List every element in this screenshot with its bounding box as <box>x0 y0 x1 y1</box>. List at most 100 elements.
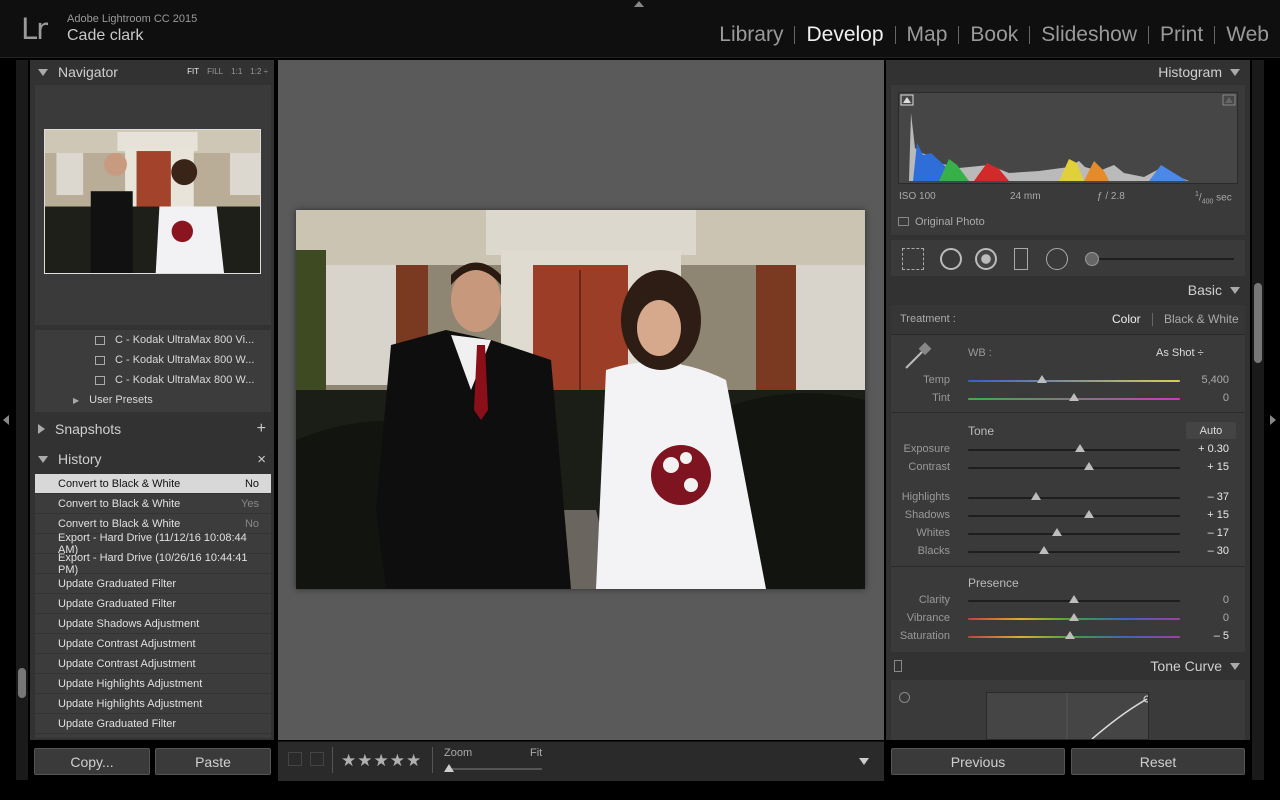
reject-flag-icon[interactable] <box>310 752 324 766</box>
slider-temp[interactable]: Temp 5,400 <box>891 372 1245 390</box>
navigator-header[interactable]: Navigator FIT FILL 1:1 1:2 ÷ <box>30 60 274 84</box>
history-item[interactable]: Export - Hard Drive (10/26/16 10:44:41 P… <box>35 552 271 576</box>
slider-contrast[interactable]: Contrast + 15 <box>891 459 1245 477</box>
slider-thumb[interactable] <box>1069 613 1079 621</box>
slider-value[interactable]: 0 <box>1223 392 1229 404</box>
red-eye-tool-icon[interactable] <box>975 248 997 270</box>
slider-track[interactable] <box>968 497 1180 499</box>
slider-value[interactable]: 0 <box>1223 594 1229 606</box>
history-item[interactable]: Update Shadows Adjustment <box>35 614 271 634</box>
slider-track[interactable] <box>968 533 1180 535</box>
slider-track[interactable] <box>968 449 1180 451</box>
left-scrollbar-thumb[interactable] <box>18 668 26 698</box>
slider-thumb[interactable] <box>1083 510 1094 518</box>
module-print[interactable]: Print <box>1149 23 1214 47</box>
previous-button[interactable]: Previous <box>891 748 1065 775</box>
tone-curve-graph[interactable] <box>986 692 1151 740</box>
slider-saturation[interactable]: Saturation – 5 <box>891 628 1245 646</box>
slider-clarity[interactable]: Clarity 0 <box>891 592 1245 610</box>
paste-button[interactable]: Paste <box>155 748 271 775</box>
slider-exposure[interactable]: Exposure + 0.30 <box>891 441 1245 459</box>
auto-tone-button[interactable]: Auto <box>1186 422 1236 439</box>
toolbar-menu-icon[interactable] <box>859 758 869 765</box>
zoom-slider-track[interactable] <box>448 768 542 770</box>
histogram-header[interactable]: Histogram <box>886 60 1250 84</box>
history-item[interactable]: Update Contrast Adjustment <box>35 654 271 674</box>
main-photo[interactable] <box>296 210 865 589</box>
history-item[interactable]: Update Contrast Adjustment <box>35 634 271 654</box>
slider-vibrance[interactable]: Vibrance 0 <box>891 610 1245 628</box>
slider-value[interactable]: – 37 <box>1208 491 1229 503</box>
history-item[interactable]: Update Graduated Filter <box>35 574 271 594</box>
slider-thumb[interactable] <box>1064 631 1075 639</box>
slider-value[interactable]: – 5 <box>1214 630 1229 642</box>
flag-icon[interactable] <box>288 752 302 766</box>
adjustment-brush-tool-icon[interactable] <box>1085 252 1099 266</box>
slider-value[interactable]: – 17 <box>1208 527 1229 539</box>
module-map[interactable]: Map <box>896 23 959 47</box>
preset-item[interactable]: C - Kodak UltraMax 800 W... <box>35 350 271 370</box>
module-library[interactable]: Library <box>708 23 794 47</box>
slider-value[interactable]: – 30 <box>1208 545 1229 557</box>
right-scrollbar-thumb[interactable] <box>1254 283 1262 363</box>
slider-thumb[interactable] <box>1037 375 1048 383</box>
slider-value[interactable]: + 0.30 <box>1198 443 1229 455</box>
preset-item[interactable]: C - Kodak UltraMax 800 Vi... <box>35 330 271 350</box>
histogram-graph[interactable] <box>898 92 1238 184</box>
slider-track[interactable] <box>968 551 1180 553</box>
history-item[interactable]: Convert to Black & White No <box>35 474 271 494</box>
module-book[interactable]: Book <box>959 23 1029 47</box>
basic-header[interactable]: Basic <box>886 278 1250 302</box>
snapshots-header[interactable]: Snapshots + <box>30 417 274 441</box>
treatment-bw-option[interactable]: Black & White <box>1164 312 1239 326</box>
panel-switch-icon[interactable] <box>894 660 902 672</box>
user-presets-folder[interactable]: ▶ User Presets <box>35 390 271 410</box>
nav-mode-fill[interactable]: FILL <box>207 67 223 76</box>
slider-thumb[interactable] <box>1030 492 1041 500</box>
history-item[interactable]: Update Highlights Adjustment <box>35 694 271 714</box>
slider-value[interactable]: 0 <box>1223 612 1229 624</box>
right-scrollbar-track[interactable] <box>1252 60 1264 780</box>
slider-value[interactable]: + 15 <box>1207 461 1229 473</box>
left-panel-toggle-icon[interactable] <box>3 415 9 425</box>
history-item[interactable]: Update Highlights Adjustment <box>35 674 271 694</box>
graduated-filter-tool-icon[interactable] <box>1014 248 1028 270</box>
preset-item[interactable]: C - Kodak UltraMax 800 W... <box>35 370 271 390</box>
slider-highlights[interactable]: Highlights – 37 <box>891 489 1245 507</box>
nav-mode-fit[interactable]: FIT <box>187 67 199 76</box>
add-snapshot-icon[interactable]: + <box>257 420 266 438</box>
slider-value[interactable]: + 15 <box>1207 509 1229 521</box>
wb-eyedropper-icon[interactable] <box>900 340 934 374</box>
brush-slider-track[interactable] <box>1088 258 1234 260</box>
slider-thumb[interactable] <box>1069 595 1079 603</box>
tone-curve-header[interactable]: Tone Curve <box>886 654 1250 678</box>
radial-filter-tool-icon[interactable] <box>1046 248 1068 270</box>
module-slideshow[interactable]: Slideshow <box>1030 23 1148 47</box>
history-item[interactable]: Update Graduated Filter <box>35 714 271 734</box>
spot-removal-tool-icon[interactable] <box>940 248 962 270</box>
wb-dropdown[interactable]: As Shot ÷ <box>1156 347 1204 359</box>
slider-shadows[interactable]: Shadows + 15 <box>891 507 1245 525</box>
slider-value[interactable]: 5,400 <box>1201 374 1229 386</box>
nav-mode-1-2[interactable]: 1:2 ÷ <box>250 67 268 76</box>
module-web[interactable]: Web <box>1215 23 1280 47</box>
original-photo-checkbox[interactable] <box>898 217 909 226</box>
treatment-color-option[interactable]: Color <box>1112 312 1141 326</box>
star-rating[interactable]: ★★★★★ <box>341 751 422 771</box>
history-item[interactable]: Update Graduated Filter <box>35 594 271 614</box>
navigator-thumbnail[interactable] <box>44 129 261 274</box>
slider-thumb[interactable] <box>1083 462 1094 470</box>
slider-thumb[interactable] <box>1052 528 1063 536</box>
slider-tint[interactable]: Tint 0 <box>891 390 1245 408</box>
slider-thumb[interactable] <box>1039 546 1050 554</box>
top-panel-toggle-icon[interactable] <box>634 1 644 7</box>
right-panel-toggle-icon[interactable] <box>1270 415 1276 425</box>
clear-history-icon[interactable]: × <box>257 451 266 468</box>
targeted-adjustment-icon[interactable] <box>899 692 910 703</box>
module-develop[interactable]: Develop <box>795 23 894 47</box>
slider-track[interactable] <box>968 380 1180 382</box>
slider-thumb[interactable] <box>1069 393 1079 401</box>
slider-thumb[interactable] <box>1075 444 1086 452</box>
history-header[interactable]: History × <box>30 447 274 471</box>
zoom-slider-thumb[interactable] <box>444 764 454 772</box>
